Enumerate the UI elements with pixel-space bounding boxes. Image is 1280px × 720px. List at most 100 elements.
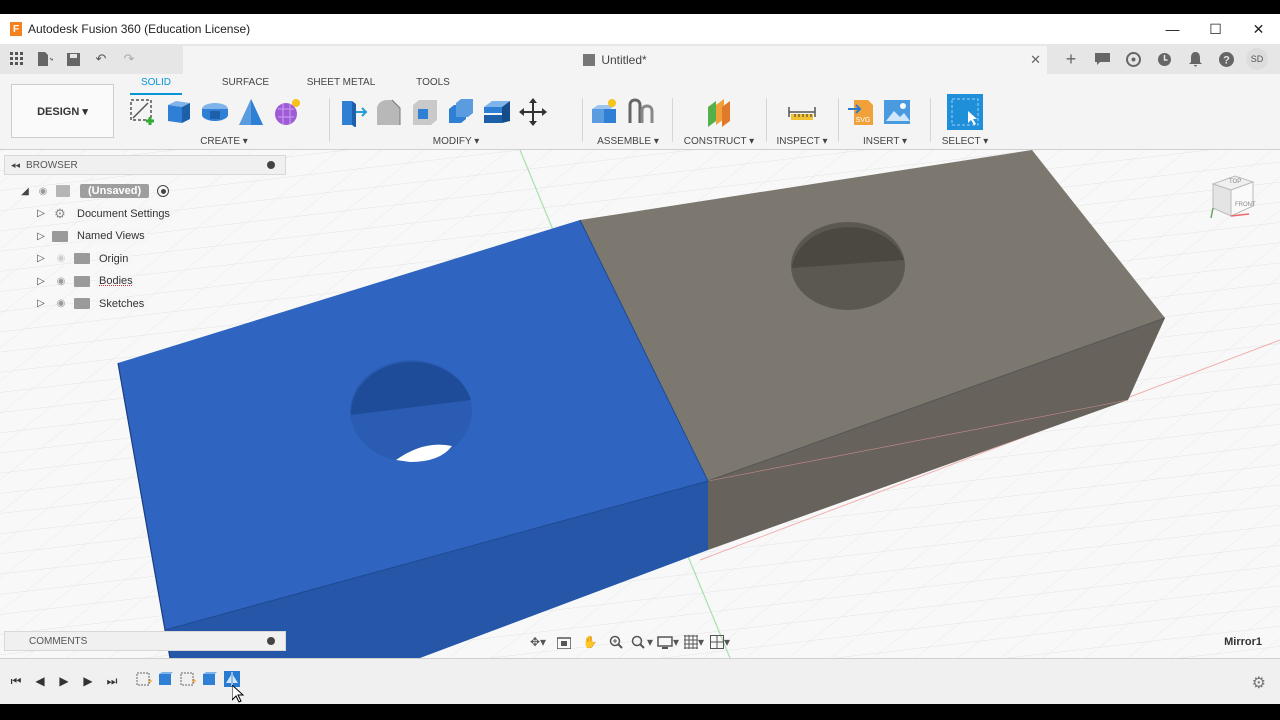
expand-triangle-icon[interactable]: ▷ [36, 231, 46, 242]
maximize-button[interactable]: ☐ [1194, 14, 1237, 44]
inspect-group: INSPECT ▾ [772, 94, 832, 150]
timeline-sketch-feature-icon[interactable] [180, 671, 196, 687]
assemble-menu-label[interactable]: ASSEMBLE ▾ [590, 136, 666, 147]
joint-icon[interactable] [626, 97, 656, 127]
undo-icon[interactable]: ↶ [90, 48, 112, 70]
timeline-extrude-feature-icon[interactable] [202, 671, 218, 687]
zoom-window-icon[interactable]: ▾ [631, 632, 653, 652]
measure-icon[interactable] [787, 97, 817, 127]
go-to-end-icon[interactable]: ⏭ [104, 673, 120, 689]
user-avatar[interactable]: SD [1246, 48, 1268, 70]
inspect-menu-label[interactable]: INSPECT ▾ [772, 136, 832, 147]
create-menu-label[interactable]: CREATE ▾ [128, 136, 320, 147]
offset-plane-icon[interactable] [704, 97, 734, 127]
minimize-button[interactable]: — [1151, 14, 1194, 44]
last-feature-label: Mirror1 [1224, 636, 1262, 648]
redo-icon[interactable]: ↷ [118, 48, 140, 70]
tab-tools[interactable]: TOOLS [383, 77, 483, 95]
pan-hand-icon[interactable]: ✋ [579, 632, 601, 652]
browser-item-sketches[interactable]: ▷ ◉ Sketches [36, 293, 173, 316]
expand-triangle-icon[interactable]: ▷ [36, 276, 46, 287]
step-forward-icon[interactable]: ▶ [80, 673, 96, 689]
extrude-icon[interactable] [164, 97, 194, 127]
collapse-browser-icon[interactable]: ◂◂ [11, 160, 20, 171]
zoom-icon[interactable] [605, 632, 627, 652]
go-to-start-icon[interactable]: ⏮ [8, 673, 24, 689]
browser-panel-header[interactable]: ◂◂ BROWSER [4, 155, 286, 175]
look-at-icon[interactable] [553, 632, 575, 652]
notifications-bell-icon[interactable] [1184, 48, 1206, 70]
browser-item-origin[interactable]: ▷ ◉ Origin [36, 248, 173, 271]
timeline-settings-gear-icon[interactable]: ⚙ [1252, 673, 1266, 693]
combine-icon[interactable] [446, 97, 476, 127]
timeline-sketch-feature-icon[interactable] [136, 671, 152, 687]
visibility-eye-icon[interactable]: ◉ [36, 186, 50, 197]
timeline-extrude-feature-icon[interactable] [158, 671, 174, 687]
viewports-icon[interactable]: ▾ [709, 632, 731, 652]
save-icon[interactable] [62, 48, 84, 70]
expand-triangle-icon[interactable]: ▷ [36, 208, 46, 219]
create-sketch-icon[interactable] [128, 97, 158, 127]
insert-menu-label[interactable]: INSERT ▾ [846, 136, 924, 147]
comments-pin-icon[interactable] [267, 637, 275, 645]
comments-panel-header[interactable]: COMMENTS [4, 631, 286, 651]
model-scene[interactable] [0, 150, 1280, 658]
display-settings-icon[interactable]: ▾ [657, 632, 679, 652]
new-tab-plus-icon[interactable]: + [1060, 48, 1082, 70]
step-back-icon[interactable]: ◀ [32, 673, 48, 689]
assemble-group: ASSEMBLE ▾ [590, 94, 666, 150]
visibility-eye-icon[interactable]: ◉ [54, 276, 68, 287]
extensions-icon[interactable] [1122, 48, 1144, 70]
file-menu-icon[interactable] [34, 48, 56, 70]
modify-menu-label[interactable]: MODIFY ▾ [338, 136, 574, 147]
tab-sheet-metal[interactable]: SHEET METAL [299, 77, 383, 95]
orbit-icon[interactable]: ✥▾ [527, 632, 549, 652]
activate-radio-icon[interactable] [157, 185, 170, 198]
insert-canvas-icon[interactable] [882, 97, 912, 127]
select-menu-label[interactable]: SELECT ▾ [936, 136, 994, 147]
viewcube[interactable]: TOP FRONT [1207, 170, 1263, 226]
press-pull-icon[interactable] [338, 97, 368, 127]
loft-icon[interactable] [236, 97, 266, 127]
folder-icon [74, 275, 90, 287]
shell-icon[interactable] [410, 97, 440, 127]
svg-text:SVG: SVG [856, 117, 871, 124]
visibility-eye-icon[interactable]: ◉ [54, 298, 68, 309]
3d-viewport[interactable]: TOP FRONT [0, 150, 1280, 658]
browser-item-label: Origin [96, 251, 132, 266]
document-tab-close-icon[interactable]: ✕ [1030, 52, 1041, 68]
browser-pin-icon[interactable] [267, 161, 275, 169]
ribbon-separator [329, 98, 330, 142]
move-copy-icon[interactable] [518, 97, 548, 127]
fillet-icon[interactable] [374, 97, 404, 127]
chat-icon[interactable] [1091, 48, 1113, 70]
browser-item-label: Bodies [96, 274, 136, 289]
grid-settings-icon[interactable]: ▾ [683, 632, 705, 652]
workspace-switcher-button[interactable]: DESIGN ▾ [11, 84, 114, 138]
collapse-triangle-icon[interactable]: ◢ [20, 186, 30, 197]
play-icon[interactable]: ▶ [56, 673, 72, 689]
expand-triangle-icon[interactable]: ▷ [36, 253, 46, 264]
revolve-icon[interactable] [200, 97, 230, 127]
insert-svg-icon[interactable]: SVG [846, 97, 876, 127]
expand-triangle-icon[interactable]: ▷ [36, 298, 46, 309]
document-tab[interactable]: Untitled* ✕ [183, 46, 1047, 74]
data-panel-grid-icon[interactable] [6, 48, 28, 70]
offset-face-icon[interactable] [482, 97, 512, 127]
svg-text:?: ? [1223, 54, 1230, 66]
browser-root-row[interactable]: ◢ ◉ (Unsaved) [20, 180, 173, 203]
browser-item-label: Sketches [96, 296, 148, 311]
visibility-eye-icon[interactable]: ◉ [54, 253, 68, 264]
tab-solid[interactable]: SOLID [130, 77, 182, 95]
browser-item-bodies[interactable]: ▷ ◉ Bodies [36, 270, 173, 293]
close-button[interactable]: ✕ [1237, 14, 1280, 44]
browser-item-named-views[interactable]: ▷ Named Views [36, 225, 173, 248]
browser-item-document-settings[interactable]: ▷ ⚙ Document Settings [36, 203, 173, 226]
select-arrow-icon[interactable] [947, 94, 983, 130]
tab-surface[interactable]: SURFACE [192, 77, 299, 95]
help-icon[interactable]: ? [1215, 48, 1237, 70]
new-component-icon[interactable] [590, 97, 620, 127]
job-status-clock-icon[interactable] [1153, 48, 1175, 70]
construct-menu-label[interactable]: CONSTRUCT ▾ [678, 136, 760, 147]
create-form-icon[interactable] [272, 97, 302, 127]
